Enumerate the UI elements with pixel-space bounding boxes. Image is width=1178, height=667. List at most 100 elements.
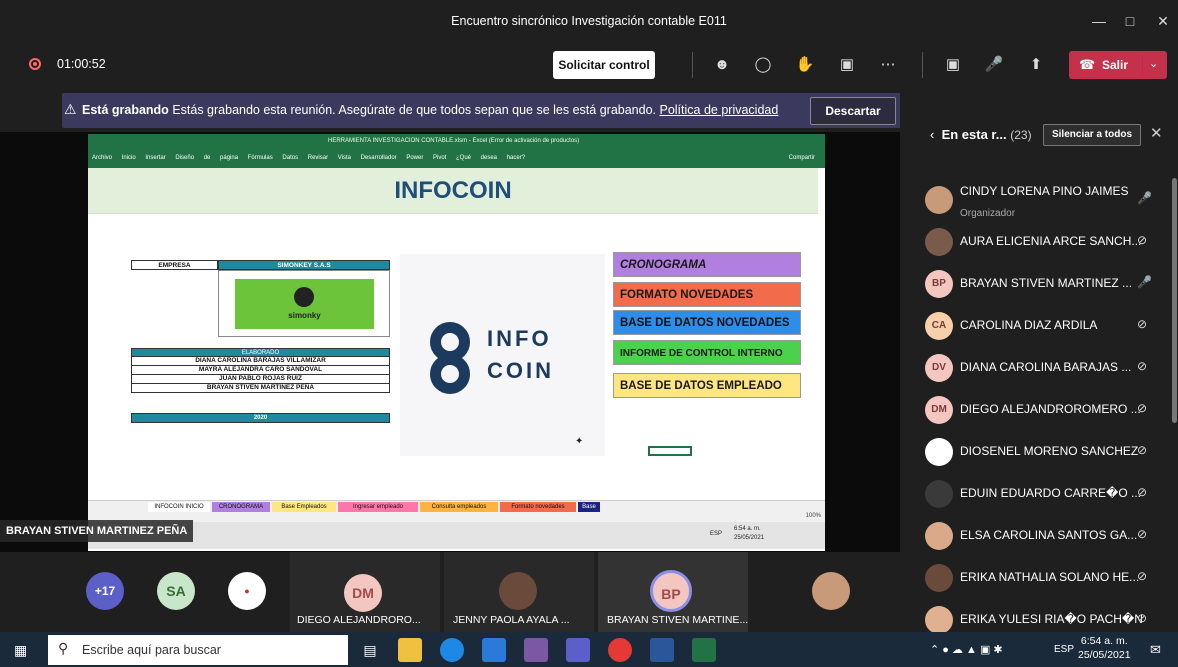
- avatar: [925, 564, 953, 592]
- clock[interactable]: 6:54 a. m. 25/05/2021: [1078, 634, 1131, 662]
- file-explorer-icon[interactable]: [398, 638, 422, 662]
- avatar: [925, 480, 953, 508]
- microphone-muted-icon: ⊘: [1137, 443, 1148, 457]
- raise-hand-icon[interactable]: ✋: [794, 55, 816, 75]
- maximize-button[interactable]: □: [1115, 10, 1145, 32]
- rooms-icon[interactable]: ▣: [836, 55, 858, 75]
- microphone-muted-icon: ⊘: [1137, 569, 1148, 583]
- privacy-link[interactable]: Política de privacidad: [659, 103, 778, 117]
- chevron-down-icon[interactable]: ⌄: [1149, 57, 1158, 70]
- participant-row[interactable]: ELSA CAROLINA SANTOS GA... ⊘: [920, 516, 1170, 556]
- toolbar-divider: [692, 52, 693, 78]
- participant-row[interactable]: CINDY LORENA PINO JAIMES Organizador 🎤: [920, 180, 1170, 220]
- microphone-muted-icon: ⊘: [1137, 359, 1148, 373]
- search-input[interactable]: ⚲ Escribe aquí para buscar: [48, 635, 348, 665]
- base-datos-empleado-button[interactable]: BASE DE DATOS EMPLEADO: [613, 373, 801, 398]
- window-title-bar: Encuentro sincrónico Investigación conta…: [0, 0, 1178, 44]
- participant-row[interactable]: CA CAROLINA DIAZ ARDILA ⊘: [920, 306, 1170, 346]
- participants-icon[interactable]: ☻: [711, 55, 733, 75]
- participant-row[interactable]: DV DIANA CAROLINA BARAJAS ... ⊘: [920, 348, 1170, 388]
- camera-off-icon[interactable]: ▣: [942, 55, 964, 75]
- participant-row[interactable]: AURA ELICENIA ARCE SANCH... ⊘: [920, 222, 1170, 262]
- avatar: [812, 572, 850, 610]
- participant-name: CAROLINA DIAZ ARDILA: [960, 318, 1098, 332]
- logo-text-2: COIN: [487, 358, 554, 383]
- panel-title: En esta r...: [941, 127, 1007, 142]
- participant-name: ERIKA NATHALIA SOLANO HE...: [960, 570, 1140, 584]
- search-placeholder: Escribe aquí para buscar: [82, 643, 221, 657]
- onenote-icon[interactable]: [524, 638, 548, 662]
- inner-taskbar: ESP 6:54 a. m. 25/05/2021: [88, 522, 825, 549]
- mail-icon[interactable]: [482, 638, 506, 662]
- participant-name: DIOSENEL MORENO SANCHEZ: [960, 444, 1139, 458]
- word-icon[interactable]: [650, 638, 674, 662]
- minimize-button[interactable]: —: [1084, 10, 1114, 32]
- language-indicator[interactable]: ESP: [1054, 644, 1074, 655]
- clock-time: 6:54 a. m.: [1080, 635, 1128, 647]
- more-participants-button[interactable]: +17: [86, 572, 124, 610]
- microphone-icon[interactable]: 🎤: [983, 55, 1005, 75]
- avatar: BP: [650, 570, 692, 612]
- excel-icon[interactable]: [692, 638, 716, 662]
- chat-icon[interactable]: ◯: [752, 55, 774, 75]
- excel-menu: Archivo Inicio Insertar Diseño de página…: [92, 155, 526, 161]
- participant-name: BRAYAN STIVEN MARTINEZ ...: [960, 276, 1133, 290]
- selected-cell[interactable]: [648, 446, 692, 456]
- cronograma-button[interactable]: CRONOGRAMA: [613, 252, 801, 277]
- participant-row[interactable]: ERIKA NATHALIA SOLANO HE... ⊘: [920, 558, 1170, 598]
- close-window-button[interactable]: ✕: [1148, 10, 1178, 32]
- excel-title: HERRAMIENTA INVESTIGACION CONTABLE.xlsm …: [328, 138, 580, 144]
- microphone-muted-icon: ⊘: [1137, 611, 1148, 625]
- participant-row[interactable]: BP BRAYAN STIVEN MARTINEZ ... 🎤: [920, 264, 1170, 304]
- empresa-value: SIMONKEY S.A.S: [218, 260, 390, 270]
- excel-sheet: INFOCOIN EMPRESA SIMONKEY S.A.S simonky …: [88, 168, 821, 498]
- task-view-icon[interactable]: ▤: [358, 638, 382, 662]
- avatar: [925, 606, 953, 634]
- avatar: SA: [157, 572, 195, 610]
- excel-share: Compartir: [788, 155, 815, 161]
- elaborado-header: ELABORADO: [131, 348, 390, 357]
- tile-name: JENNY PAOLA AYALA ...: [453, 614, 570, 626]
- avatar: DV: [925, 354, 953, 382]
- leave-divider: [1142, 55, 1143, 75]
- dismiss-button[interactable]: Descartar: [810, 97, 896, 125]
- edge-icon[interactable]: [440, 638, 464, 662]
- participant-row[interactable]: DM DIEGO ALEJANDROROMERO ... ⊘: [920, 390, 1170, 430]
- mute-all-button[interactable]: Silenciar a todos: [1043, 124, 1141, 146]
- participant-row[interactable]: EDUIN EDUARDO CARRE�O ... ⊘: [920, 474, 1170, 514]
- formato-novedades-button[interactable]: FORMATO NOVEDADES: [613, 282, 801, 307]
- share-screen-icon[interactable]: ⬆: [1025, 55, 1047, 75]
- chrome-icon[interactable]: [608, 638, 632, 662]
- participant-count: (23): [1010, 128, 1032, 142]
- notifications-icon[interactable]: ✉: [1150, 642, 1161, 658]
- excel-ribbon: HERRAMIENTA INVESTIGACION CONTABLE.xlsm …: [88, 134, 825, 168]
- avatar: [925, 522, 953, 550]
- panel-scrollbar[interactable]: [1172, 178, 1177, 423]
- avatar: BP: [925, 270, 953, 298]
- participant-row[interactable]: DIOSENEL MORENO SANCHEZ ⊘: [920, 432, 1170, 472]
- microphone-muted-icon: ⊘: [1137, 527, 1148, 541]
- informe-control-button[interactable]: INFORME DE CONTROL INTERNO: [613, 340, 801, 365]
- banner-bold: Está grabando: [82, 103, 169, 117]
- leave-button[interactable]: ☎ Salir ⌄: [1069, 51, 1167, 79]
- windows-start-icon[interactable]: ▦: [14, 642, 27, 659]
- teams-icon[interactable]: [566, 638, 590, 662]
- monkey-icon: [294, 287, 314, 307]
- toolbar-divider: [922, 52, 923, 78]
- presenter-label: BRAYAN STIVEN MARTINEZ PEÑA: [0, 520, 194, 542]
- zoom-level: 100%: [805, 513, 821, 519]
- sheet-title: INFOCOIN: [88, 168, 818, 214]
- participant-name: EDUIN EDUARDO CARRE�O ...: [960, 486, 1141, 500]
- close-panel-icon[interactable]: ✕: [1150, 124, 1163, 142]
- request-control-button[interactable]: Solicitar control: [553, 51, 655, 79]
- tile-name: BRAYAN STIVEN MARTINE...: [607, 614, 749, 626]
- tray-icons[interactable]: ⌃ ● ☁ ▲ ▣ ✱: [930, 643, 1003, 656]
- microphone-muted-icon: ⊘: [1137, 485, 1148, 499]
- panel-header: ‹ En esta r... (23): [930, 127, 1032, 142]
- base-datos-novedades-button[interactable]: BASE DE DATOS NOVEDADES: [613, 310, 801, 335]
- avatar: [499, 572, 537, 610]
- phone-icon: ☎: [1079, 57, 1096, 72]
- tile-name: DIEGO ALEJANDRORO...: [297, 614, 421, 626]
- back-icon[interactable]: ‹: [930, 127, 934, 142]
- more-options-icon[interactable]: ⋯: [877, 55, 899, 75]
